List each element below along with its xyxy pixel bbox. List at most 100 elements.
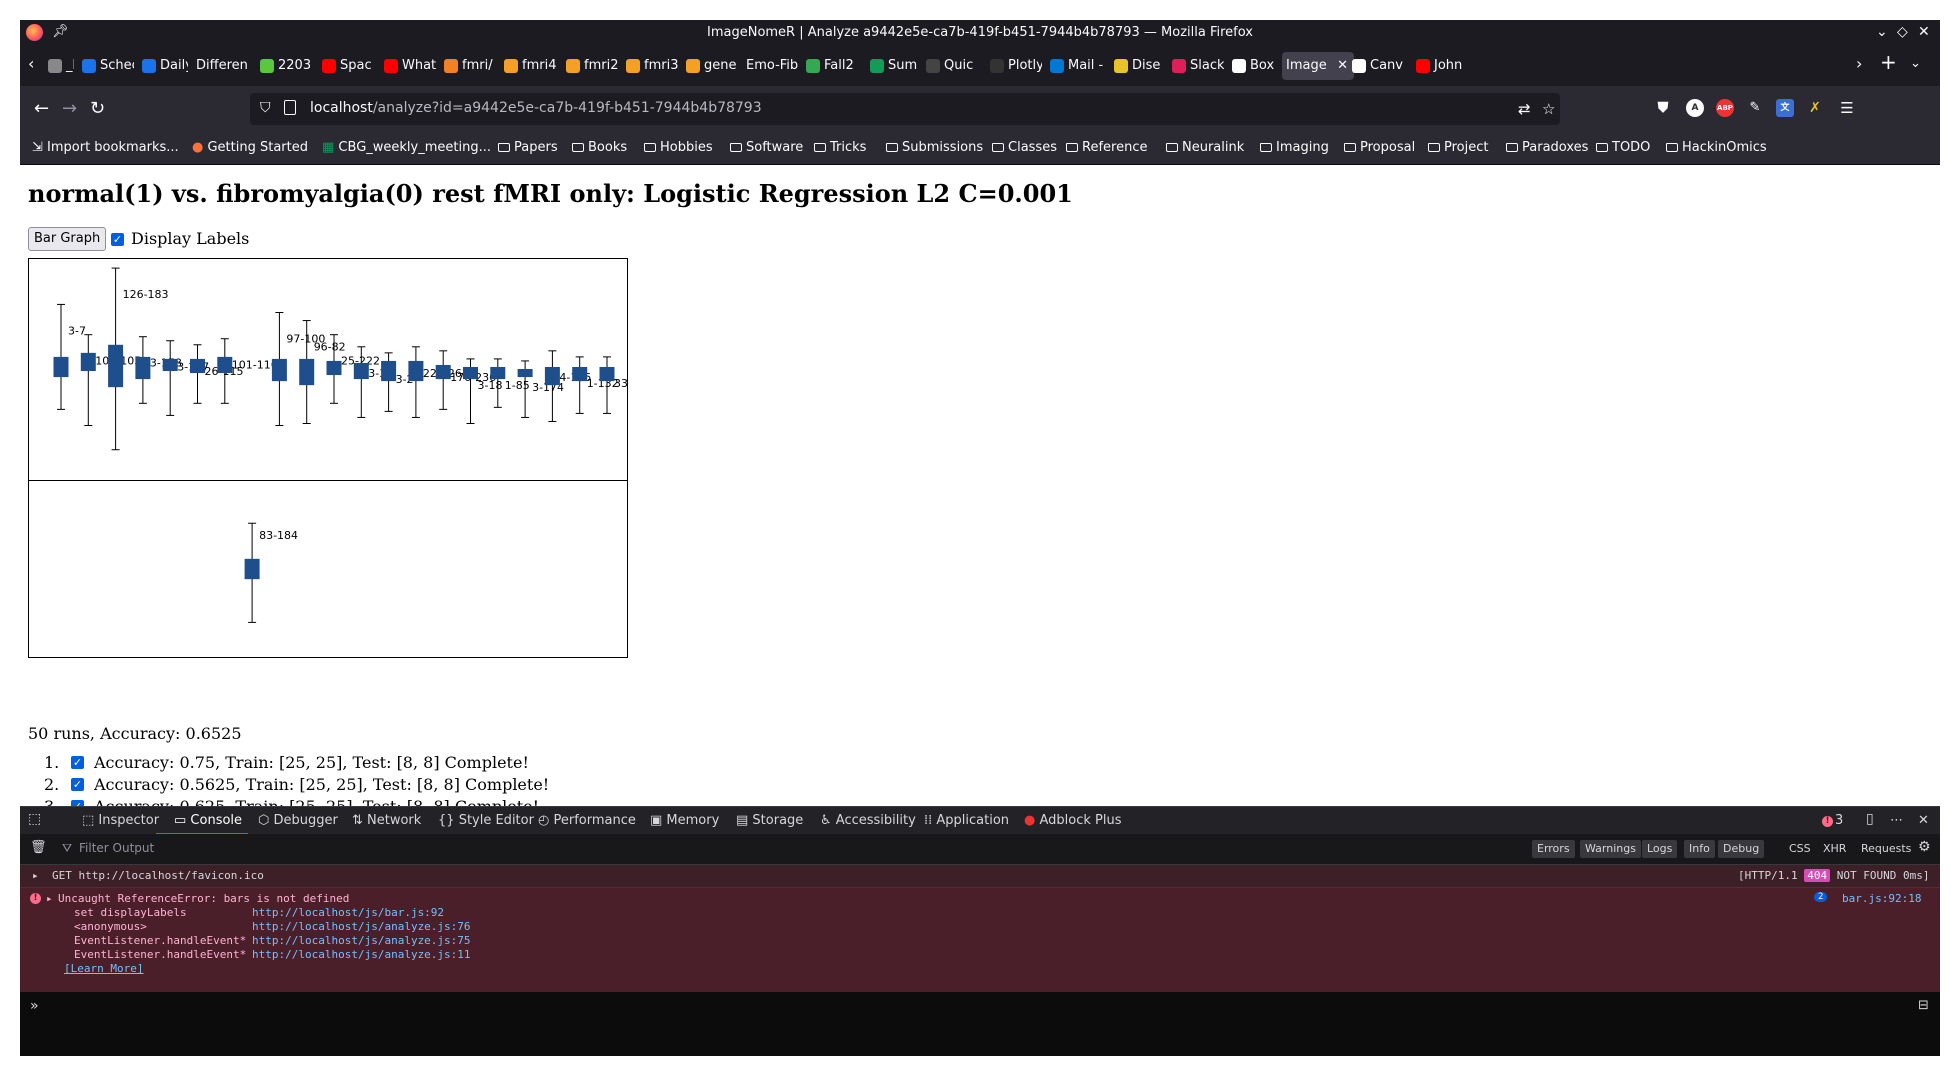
bookmark-folder[interactable]: TODO: [1596, 140, 1650, 155]
run-checkbox[interactable]: ✓: [71, 756, 84, 769]
devtools-close-icon[interactable]: ✕: [1918, 813, 1929, 828]
stack-frame-link[interactable]: http://localhost/js/analyze.js:11: [252, 948, 471, 961]
tab-item[interactable]: Plotly: [986, 52, 1042, 80]
menu-icon[interactable]: ☰: [1838, 99, 1856, 117]
devtools-tab-accessibility[interactable]: ♿ Accessibility: [820, 813, 916, 828]
expand-arrow-icon[interactable]: ▸: [32, 869, 39, 882]
devtools-tab-memory[interactable]: ▣ Memory: [650, 813, 719, 828]
translate-icon[interactable]: ⇄: [1518, 100, 1531, 118]
tab-item[interactable]: What: [380, 52, 436, 80]
bookmark-folder[interactable]: Project: [1428, 140, 1488, 155]
close-window-icon[interactable]: ✕: [1918, 24, 1930, 40]
tab-item[interactable]: gene: [682, 52, 738, 80]
pocket-icon[interactable]: ⛊: [1654, 99, 1672, 117]
devtools-tab-inspector[interactable]: ⬚ Inspector: [82, 813, 159, 828]
devtools-tab-application[interactable]: ⁞⁞ Application: [924, 813, 1009, 828]
bookmark-item[interactable]: ⇲ Import bookmarks...: [32, 140, 179, 155]
devtools-tab-console[interactable]: ▭ Console: [155, 813, 249, 835]
bar-graph-button[interactable]: Bar Graph: [28, 227, 107, 251]
url-text[interactable]: localhost/analyze?id=a9442e5e-ca7b-419f-…: [310, 100, 762, 116]
bookmark-folder[interactable]: Paradoxes: [1506, 140, 1588, 155]
page-info-icon[interactable]: [284, 100, 296, 115]
console-settings-icon[interactable]: ⚙: [1918, 839, 1931, 855]
account-icon[interactable]: A: [1686, 99, 1704, 117]
tab-item[interactable]: Daily: [138, 52, 188, 80]
display-labels-checkbox[interactable]: ✓: [111, 233, 124, 246]
list-all-tabs-icon[interactable]: ⌄: [1910, 56, 1921, 71]
tabs-scroll-right-icon[interactable]: ›: [1856, 54, 1862, 73]
tab-item[interactable]: fmri2: [562, 52, 618, 80]
devtools-tab-network[interactable]: ⇅ Network: [352, 813, 421, 828]
tab-item[interactable]: Fall2: [802, 52, 860, 80]
bookmark-folder[interactable]: Books: [572, 140, 627, 155]
translate-extension-icon[interactable]: 文: [1776, 99, 1794, 117]
bookmark-folder[interactable]: Classes: [992, 140, 1057, 155]
expand-arrow-icon[interactable]: ▸: [46, 892, 53, 905]
get-request-text[interactable]: GET http://localhost/favicon.ico: [52, 869, 264, 882]
error-count[interactable]: 3: [1835, 813, 1843, 828]
filter-warnings-button[interactable]: Warnings: [1580, 840, 1641, 858]
bookmark-folder[interactable]: HackinOmics: [1666, 140, 1767, 155]
tab-item[interactable]: Slack: [1168, 52, 1224, 80]
filter-debug-button[interactable]: Debug: [1718, 840, 1765, 858]
console-prompt-icon[interactable]: »: [30, 998, 39, 1014]
error-message[interactable]: Uncaught ReferenceError: bars is not def…: [58, 892, 349, 905]
tab-item[interactable]: Schec: [78, 52, 134, 80]
run-checkbox[interactable]: ✓: [71, 778, 84, 791]
filter-info-button[interactable]: Info: [1684, 840, 1715, 858]
pick-element-icon[interactable]: ⬚: [28, 811, 41, 827]
tab-item[interactable]: Box p: [1228, 52, 1278, 80]
bookmark-folder[interactable]: Papers: [498, 140, 558, 155]
tab-item[interactable]: Differen: [192, 52, 252, 80]
bookmark-star-icon[interactable]: ☆: [1542, 100, 1555, 118]
tab-item[interactable]: Sum: [866, 52, 918, 80]
tab-item[interactable]: _b: [44, 52, 74, 80]
multiline-editor-icon[interactable]: ⊟: [1918, 998, 1929, 1013]
devtools-tab-style-editor[interactable]: {} Style Editor: [438, 813, 534, 828]
tabs-scroll-left-icon[interactable]: ‹: [28, 54, 34, 73]
learn-more-link[interactable]: [Learn More]: [64, 962, 143, 975]
filter-css-button[interactable]: CSS: [1784, 840, 1816, 858]
filter-requests-button[interactable]: Requests: [1856, 840, 1916, 858]
devtools-more-icon[interactable]: ⋯: [1890, 813, 1903, 828]
bookmark-folder[interactable]: Neuralink: [1166, 140, 1244, 155]
dock-side-icon[interactable]: ▯: [1866, 811, 1874, 827]
bookmark-folder[interactable]: Submissions: [886, 140, 983, 155]
adblock-plus-icon[interactable]: ABP: [1716, 99, 1734, 117]
trash-icon[interactable]: 🗑︎: [30, 840, 47, 855]
bookmark-folder[interactable]: Proposal: [1344, 140, 1415, 155]
filter-logs-button[interactable]: Logs: [1642, 840, 1678, 858]
tab-item[interactable]: Dise: [1110, 52, 1164, 80]
tab-item[interactable]: John (: [1412, 52, 1462, 80]
devtools-tab-performance[interactable]: ◴ Performance: [538, 813, 636, 828]
back-icon[interactable]: ←: [34, 98, 49, 119]
tab-item[interactable]: Spac: [318, 52, 374, 80]
stack-frame-link[interactable]: http://localhost/js/analyze.js:75: [252, 934, 471, 947]
error-source-link[interactable]: bar.js:92:18: [1842, 892, 1921, 905]
tab-item[interactable]: 2203: [256, 52, 312, 80]
tab-active[interactable]: Image ✕: [1282, 52, 1354, 80]
edit-tool-icon[interactable]: ✎: [1746, 99, 1764, 117]
stack-frame-link[interactable]: http://localhost/js/bar.js:92: [252, 906, 444, 919]
devtools-tab-debugger[interactable]: ⬡ Debugger: [258, 813, 338, 828]
tab-item[interactable]: fmri3: [622, 52, 678, 80]
filter-xhr-button[interactable]: XHR: [1818, 840, 1851, 858]
tab-item[interactable]: Mail -: [1046, 52, 1106, 80]
reload-icon[interactable]: ↻: [90, 98, 105, 119]
tab-item[interactable]: Canv: [1348, 52, 1408, 80]
tab-item[interactable]: fmri/: [440, 52, 496, 80]
bookmark-item[interactable]: ▦ CBG_weekly_meeting...: [322, 140, 491, 155]
url-bar[interactable]: ⛉ localhost/analyze?id=a9442e5e-ca7b-419…: [250, 93, 1560, 125]
bookmark-folder[interactable]: Tricks: [814, 140, 866, 155]
filter-errors-button[interactable]: Errors: [1532, 840, 1575, 858]
forward-icon[interactable]: →: [62, 98, 77, 119]
tab-item[interactable]: Quic: [922, 52, 982, 80]
stack-frame-link[interactable]: http://localhost/js/analyze.js:76: [252, 920, 471, 933]
minimize-icon[interactable]: ⌄: [1876, 24, 1888, 40]
extension-x-icon[interactable]: ✗: [1806, 99, 1824, 117]
bookmark-item[interactable]: ● Getting Started: [192, 140, 308, 155]
tab-item[interactable]: Emo-Fib: [742, 52, 798, 80]
filter-output-input[interactable]: Filter Output: [79, 841, 154, 855]
bookmark-folder[interactable]: Software: [730, 140, 803, 155]
new-tab-icon[interactable]: +: [1880, 50, 1897, 74]
